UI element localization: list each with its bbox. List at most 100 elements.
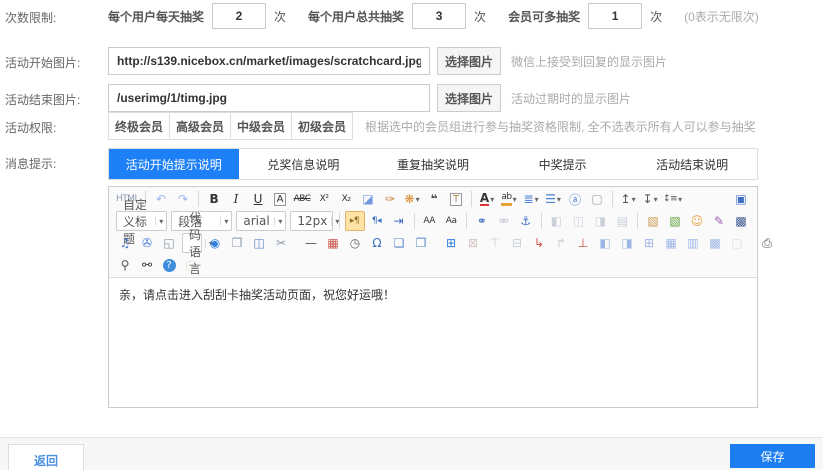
bold-icon[interactable]: B▾ — [204, 189, 224, 209]
delete-row-icon[interactable]: ⊥▾ — [573, 233, 593, 253]
indent-icon[interactable]: ⇥▾ — [389, 211, 409, 231]
membership-option-ultimate[interactable]: 终极会员 — [108, 112, 170, 140]
word-import-icon[interactable]: ❐▾ — [411, 233, 431, 253]
tab-win-tip[interactable]: 中奖提示 — [498, 149, 628, 179]
anchor-name-icon[interactable]: ⓐ▾ — [565, 189, 585, 209]
time-icon[interactable]: ◷▾ — [345, 233, 365, 253]
anchor-icon[interactable]: ⚓▾ — [516, 211, 536, 231]
paste-filter-icon[interactable]: T▾ — [446, 189, 466, 209]
membership-option-junior[interactable]: 初级会员 — [291, 112, 353, 140]
ordered-list-icon[interactable]: ≣▾ — [521, 189, 541, 209]
image-align-center-icon[interactable]: ◫▾ — [568, 211, 588, 231]
custom-title-select[interactable]: 自定义标题▾ — [116, 211, 167, 231]
dir-ltr-icon[interactable]: ▸¶▾ — [345, 211, 365, 231]
find-replace-icon[interactable]: ⚯▾ — [137, 255, 157, 275]
insert-cell-icon[interactable]: ⊞▾ — [639, 233, 659, 253]
unordered-list-icon[interactable]: ☰▾ — [543, 189, 563, 209]
emotion-icon[interactable]: ☺▾ — [687, 211, 707, 231]
special-char-icon[interactable]: Ω▾ — [367, 233, 387, 253]
subscript-icon[interactable]: X₂▾ — [336, 189, 356, 209]
image-align-right-icon[interactable]: ◨▾ — [590, 211, 610, 231]
underline-icon[interactable]: U▾ — [248, 189, 268, 209]
date-icon[interactable]: ▦▾ — [323, 233, 343, 253]
unlink-icon[interactable]: ⚮▾ — [494, 211, 514, 231]
horizontal-rule-icon[interactable]: —▾ — [301, 233, 321, 253]
table-title-icon[interactable]: ⊤▾ — [485, 233, 505, 253]
clear-doc-icon[interactable]: ▢▾ — [587, 189, 607, 209]
preview-icon[interactable]: ⚲▾ — [115, 255, 135, 275]
map-icon[interactable]: ◉▾ — [205, 233, 225, 253]
cells-left-icon[interactable]: ◧▾ — [595, 233, 615, 253]
insert-frame-icon[interactable]: ◱▾ — [159, 233, 179, 253]
end-image-pick-button[interactable]: 选择图片 — [437, 84, 501, 112]
insert-table-icon[interactable]: ⊞▾ — [441, 233, 461, 253]
back-button[interactable]: 返回 — [8, 444, 84, 470]
highlight-color-icon[interactable]: ab▾ — [499, 189, 519, 209]
columns-icon[interactable]: ◫▾ — [249, 233, 269, 253]
start-image-input[interactable] — [108, 47, 430, 75]
end-image-input[interactable] — [108, 84, 430, 112]
snapshot-icon[interactable]: ✂▾ — [271, 233, 291, 253]
message-icon[interactable]: ❏▾ — [389, 233, 409, 253]
fullscreen-icon[interactable]: ▣▾ — [731, 189, 751, 209]
auto-typeset-icon[interactable]: ❋▾ — [402, 189, 422, 209]
insert-row-icon[interactable]: ↳▾ — [529, 233, 549, 253]
font-family-select[interactable]: arial▾ — [236, 211, 286, 231]
start-image-pick-button[interactable]: 选择图片 — [437, 47, 501, 75]
tab-redeem-info[interactable]: 兑奖信息说明 — [239, 149, 369, 179]
attachment-icon[interactable]: ✇▾ — [137, 233, 157, 253]
help-icon[interactable]: ?▾ — [159, 255, 179, 275]
membership-option-senior[interactable]: 高级会员 — [169, 112, 231, 140]
toolbar-separator — [471, 191, 472, 207]
upload-image-icon[interactable]: ▧▾ — [665, 211, 685, 231]
scrawl-icon[interactable]: ✎▾ — [709, 211, 729, 231]
image-block-icon[interactable]: ▤▾ — [612, 211, 632, 231]
merge-down-icon[interactable]: ▥▾ — [683, 233, 703, 253]
char-border-icon[interactable]: A▾ — [270, 189, 290, 209]
italic-icon[interactable]: I▾ — [226, 189, 246, 209]
paragraph-select[interactable]: 段落▾ — [171, 211, 232, 231]
to-lowercase-icon[interactable]: Aa▾ — [441, 211, 461, 231]
member-extra-draw-input[interactable] — [588, 3, 642, 29]
eraser-icon[interactable]: ◪▾ — [358, 189, 378, 209]
insert-video-icon[interactable]: ▩▾ — [731, 211, 751, 231]
template-icon[interactable]: ❒▾ — [227, 233, 247, 253]
undo-icon[interactable]: ↶▾ — [151, 189, 171, 209]
tab-activity-start-tip[interactable]: 活动开始提示说明 — [109, 149, 239, 179]
clipboard-icon[interactable]: ▢▾ — [181, 255, 201, 275]
merge-cells-icon[interactable]: ⊟▾ — [507, 233, 527, 253]
font-color-icon[interactable]: A▾ — [477, 189, 497, 209]
insert-image-icon[interactable]: ▧▾ — [643, 211, 663, 231]
blank-doc-icon[interactable]: ▢▾ — [727, 233, 747, 253]
start-image-hint: 微信上接受到回复的显示图片 — [511, 53, 667, 70]
superscript-icon[interactable]: X²▾ — [314, 189, 334, 209]
tab-activity-end[interactable]: 活动结束说明 — [627, 149, 757, 179]
delete-table-icon[interactable]: ⊠▾ — [463, 233, 483, 253]
strikethrough-icon[interactable]: ABC▾ — [292, 189, 312, 209]
merge-right-icon[interactable]: ▦▾ — [661, 233, 681, 253]
print-icon[interactable]: ⎙▾ — [757, 233, 777, 253]
paragraph-spacing-top-icon[interactable]: ↥▾ — [618, 189, 638, 209]
insert-col-icon[interactable]: ↱▾ — [551, 233, 571, 253]
split-cell-icon[interactable]: ▩▾ — [705, 233, 725, 253]
redo-icon[interactable]: ↷▾ — [173, 189, 193, 209]
total-draw-input[interactable] — [412, 3, 466, 29]
start-image-row: 选择图片 微信上接受到回复的显示图片 — [108, 47, 667, 75]
image-align-left-icon[interactable]: ◧▾ — [546, 211, 566, 231]
dir-rtl-icon[interactable]: ¶◂▾ — [367, 211, 387, 231]
format-brush-icon[interactable]: ✑▾ — [380, 189, 400, 209]
music-icon[interactable]: ♫▾ — [115, 233, 135, 253]
tab-repeat-draw[interactable]: 重复抽奖说明 — [368, 149, 498, 179]
blockquote-icon[interactable]: ❝▾ — [424, 189, 444, 209]
paragraph-spacing-bottom-icon[interactable]: ↧▾ — [640, 189, 660, 209]
save-button[interactable]: 保存 — [730, 444, 815, 468]
membership-option-middle[interactable]: 中级会员 — [230, 112, 292, 140]
editor-content[interactable]: 亲，请点击进入刮刮卡抽奖活动页面，祝您好运哦！ — [109, 278, 757, 407]
font-size-select[interactable]: 12px▾ — [290, 211, 333, 231]
code-language-select[interactable]: 代码语言▾ — [182, 233, 202, 253]
to-uppercase-icon[interactable]: AA▾ — [419, 211, 439, 231]
cells-right-icon[interactable]: ◨▾ — [617, 233, 637, 253]
line-spacing-icon[interactable]: ↕≡▾ — [662, 189, 683, 209]
link-icon[interactable]: ⚭▾ — [472, 211, 492, 231]
per-day-draw-input[interactable] — [212, 3, 266, 29]
